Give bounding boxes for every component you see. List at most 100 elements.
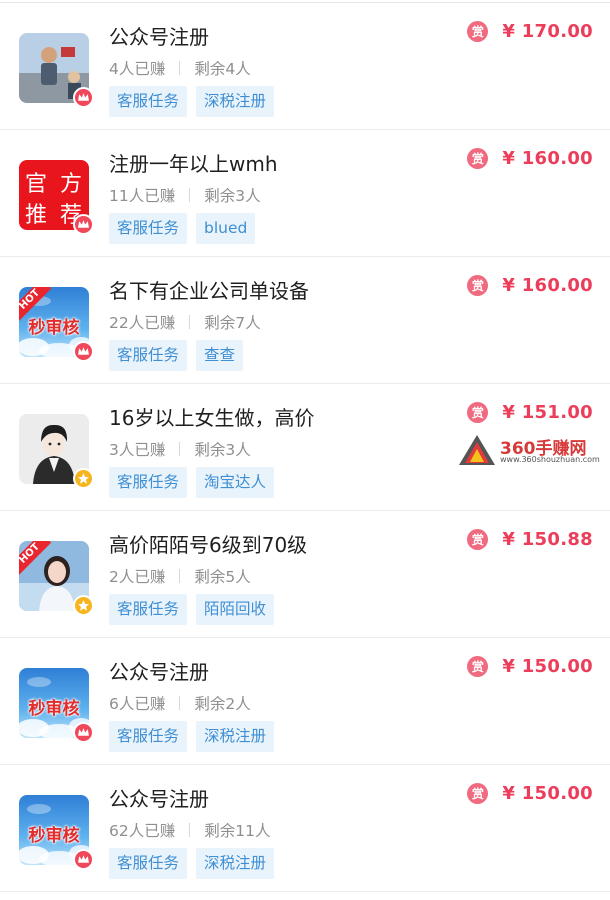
thumb-fast-review-label: 秒审核 bbox=[28, 826, 80, 846]
tag-category: 客服任务 bbox=[109, 340, 188, 371]
stats-divider bbox=[179, 569, 181, 583]
task-price: ¥ 150.00 bbox=[502, 656, 593, 677]
level-badge-icon bbox=[73, 722, 94, 743]
stats-divider bbox=[179, 61, 181, 75]
task-row[interactable]: 秒审核 公众号注册 6人已赚 剩余2人 客服任务 深税注册 赏 ¥ 150.00 bbox=[0, 638, 610, 765]
task-reward: 赏 ¥ 160.00 bbox=[467, 275, 593, 296]
svg-text:官: 官 bbox=[25, 172, 47, 197]
level-badge-icon bbox=[73, 849, 94, 870]
remaining-count: 剩余11人 bbox=[204, 822, 271, 840]
crown-icon bbox=[78, 347, 89, 355]
stats-divider bbox=[179, 696, 181, 710]
tag-platform: 淘宝达人 bbox=[196, 467, 275, 498]
thumb-fast-review-label: 秒审核 bbox=[28, 699, 80, 719]
task-row[interactable]: HOT 高价陌陌号6级到70级 2人已赚 剩余5人 客服任务 陌陌回收 赏 ¥ … bbox=[0, 511, 610, 638]
tag-category: 客服任务 bbox=[109, 594, 188, 625]
task-title: 公众号注册 bbox=[109, 660, 209, 684]
level-badge-icon bbox=[73, 595, 94, 616]
reward-icon: 赏 bbox=[467, 402, 489, 423]
task-row[interactable]: 秒审核 公众号注册 62人已赚 剩余11人 客服任务 深税注册 赏 ¥ 150.… bbox=[0, 765, 610, 892]
crown-icon bbox=[78, 855, 89, 863]
svg-text:方: 方 bbox=[60, 172, 82, 197]
crown-icon bbox=[78, 220, 89, 228]
tag-category: 客服任务 bbox=[109, 467, 188, 498]
task-tags: 客服任务 查查 bbox=[109, 340, 244, 371]
reward-icon: 赏 bbox=[467, 783, 489, 804]
earned-count: 11人已赚 bbox=[109, 187, 176, 205]
tag-platform: 陌陌回收 bbox=[196, 594, 275, 625]
task-row[interactable]: 秒审核 HOT 名下有企业公司单设备 22人已赚 剩余7人 客服任务 查查 赏 ¥… bbox=[0, 257, 610, 384]
task-price: ¥ 160.00 bbox=[502, 275, 593, 296]
task-stats: 22人已赚 剩余7人 bbox=[109, 311, 261, 333]
task-price: ¥ 160.00 bbox=[502, 148, 593, 169]
tag-category: 客服任务 bbox=[109, 213, 188, 244]
tag-platform: blued bbox=[196, 213, 256, 244]
task-tags: 客服任务 深税注册 bbox=[109, 848, 275, 879]
task-reward: 赏 ¥ 160.00 bbox=[467, 148, 593, 169]
task-stats: 11人已赚 剩余3人 bbox=[109, 184, 261, 206]
watermark-logo-icon bbox=[459, 435, 495, 465]
task-row[interactable]: 官 方 推 荐 注册一年以上wmh 11人已赚 剩余3人 客服任务 blued … bbox=[0, 130, 610, 257]
tag-category: 客服任务 bbox=[109, 848, 188, 879]
tag-platform: 深税注册 bbox=[196, 721, 275, 752]
task-tags: 客服任务 淘宝达人 bbox=[109, 467, 275, 498]
reward-icon: 赏 bbox=[467, 656, 489, 677]
crown-icon bbox=[78, 728, 89, 736]
task-title: 公众号注册 bbox=[109, 25, 209, 49]
task-price: ¥ 170.00 bbox=[502, 21, 593, 42]
task-price: ¥ 150.00 bbox=[502, 783, 593, 804]
task-tags: 客服任务 深税注册 bbox=[109, 721, 275, 752]
tag-platform: 查查 bbox=[196, 340, 244, 371]
task-price: ¥ 151.00 bbox=[502, 402, 593, 423]
task-title: 名下有企业公司单设备 bbox=[109, 279, 309, 303]
task-tags: 客服任务 陌陌回收 bbox=[109, 594, 275, 625]
tag-platform: 深税注册 bbox=[196, 86, 275, 117]
task-title: 16岁以上女生做，高价 bbox=[109, 406, 315, 430]
level-badge-icon bbox=[73, 468, 94, 489]
stats-divider bbox=[179, 442, 181, 456]
remaining-count: 剩余3人 bbox=[204, 187, 261, 205]
level-badge-icon bbox=[73, 341, 94, 362]
level-badge-icon bbox=[73, 214, 94, 235]
task-reward: 赏 ¥ 150.00 bbox=[467, 656, 593, 677]
task-reward: 赏 ¥ 170.00 bbox=[467, 21, 593, 42]
task-stats: 2人已赚 剩余5人 bbox=[109, 565, 251, 587]
thumb-fast-review-label: 秒审核 bbox=[28, 318, 80, 338]
crown-icon bbox=[78, 93, 89, 101]
task-stats: 4人已赚 剩余4人 bbox=[109, 57, 251, 79]
star-icon bbox=[78, 473, 89, 484]
task-reward: 赏 ¥ 151.00 bbox=[467, 402, 593, 423]
earned-count: 2人已赚 bbox=[109, 568, 166, 586]
stats-divider bbox=[189, 188, 191, 202]
task-stats: 62人已赚 剩余11人 bbox=[109, 819, 270, 841]
task-stats: 3人已赚 剩余3人 bbox=[109, 438, 251, 460]
watermark-url: www.360shouzhuan.com bbox=[500, 455, 600, 464]
remaining-count: 剩余5人 bbox=[194, 568, 251, 586]
earned-count: 62人已赚 bbox=[109, 822, 176, 840]
level-badge-icon bbox=[73, 87, 94, 108]
task-tags: 客服任务 深税注册 bbox=[109, 86, 275, 117]
reward-icon: 赏 bbox=[467, 21, 489, 42]
star-icon bbox=[78, 600, 89, 611]
watermark: 360手赚网 www.360shouzhuan.com bbox=[457, 433, 607, 469]
remaining-count: 剩余2人 bbox=[194, 695, 251, 713]
earned-count: 4人已赚 bbox=[109, 60, 166, 78]
reward-icon: 赏 bbox=[467, 275, 489, 296]
reward-icon: 赏 bbox=[467, 529, 489, 550]
stats-divider bbox=[189, 823, 191, 837]
reward-icon: 赏 bbox=[467, 148, 489, 169]
tag-category: 客服任务 bbox=[109, 86, 188, 117]
tag-platform: 深税注册 bbox=[196, 848, 275, 879]
task-title: 注册一年以上wmh bbox=[109, 152, 278, 176]
task-title: 高价陌陌号6级到70级 bbox=[109, 533, 308, 557]
remaining-count: 剩余7人 bbox=[204, 314, 261, 332]
task-title: 公众号注册 bbox=[109, 787, 209, 811]
earned-count: 22人已赚 bbox=[109, 314, 176, 332]
task-price: ¥ 150.88 bbox=[502, 529, 593, 550]
task-row[interactable]: 公众号注册 4人已赚 剩余4人 客服任务 深税注册 赏 ¥ 170.00 bbox=[0, 3, 610, 130]
earned-count: 3人已赚 bbox=[109, 441, 166, 459]
task-tags: 客服任务 blued bbox=[109, 213, 256, 244]
svg-text:推: 推 bbox=[25, 203, 47, 228]
task-stats: 6人已赚 剩余2人 bbox=[109, 692, 251, 714]
stats-divider bbox=[189, 315, 191, 329]
